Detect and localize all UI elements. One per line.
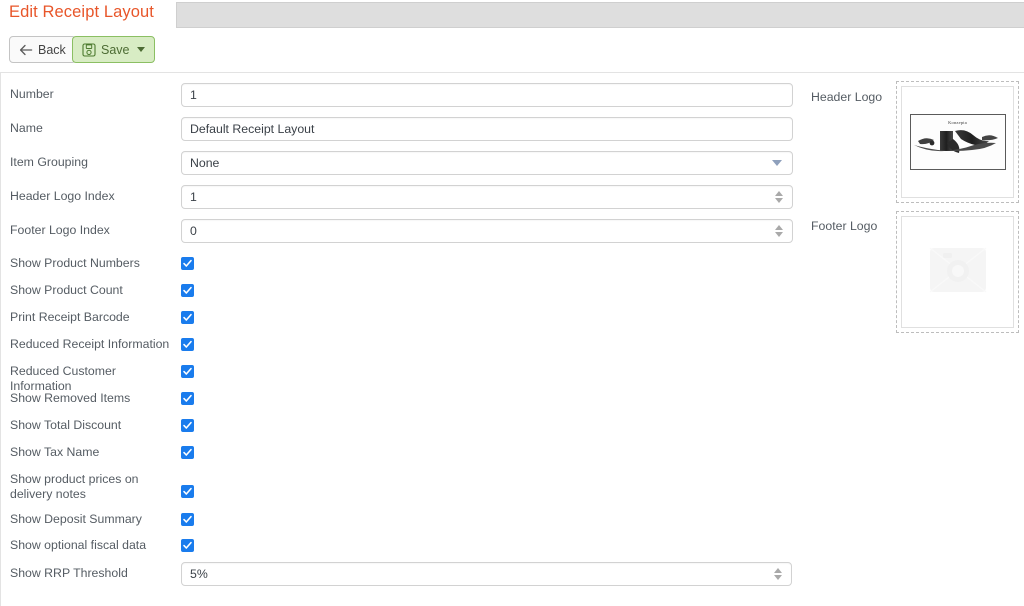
label-footer-logo-index: Footer Logo Index	[10, 223, 110, 237]
page-title: Edit Receipt Layout	[9, 3, 154, 21]
spinner-arrows-icon[interactable]	[775, 191, 783, 203]
header-logo-index-value: 1	[190, 190, 197, 204]
item-grouping-select[interactable]: None	[181, 151, 793, 175]
label-number: Number	[10, 87, 54, 101]
checkbox-show-product-numbers[interactable]	[181, 257, 194, 270]
footer-logo-preview[interactable]	[901, 216, 1014, 328]
save-button[interactable]: Save	[72, 36, 155, 63]
header-logo-preview[interactable]: Konzepta	[901, 86, 1014, 198]
checkbox-show-tax-name[interactable]	[181, 446, 194, 459]
checkbox-show-product-prices-on-delivery-notes[interactable]	[181, 485, 194, 498]
label-show-optional-fiscal-data: Show optional fiscal data	[10, 538, 147, 552]
tab-strip[interactable]	[176, 2, 1024, 28]
label-show-deposit-summary: Show Deposit Summary	[10, 512, 142, 526]
header-logo-caption: Konzepta	[948, 120, 967, 125]
label-header-logo-index: Header Logo Index	[10, 189, 115, 203]
checkbox-show-product-count[interactable]	[181, 284, 194, 297]
spinner-arrows-icon[interactable]	[775, 225, 783, 237]
header-logo-dropzone[interactable]: Konzepta	[896, 81, 1019, 203]
image-placeholder-icon	[929, 246, 987, 298]
checkbox-show-removed-items[interactable]	[181, 392, 194, 405]
checkbox-print-receipt-barcode[interactable]	[181, 311, 194, 324]
arrow-left-icon	[19, 44, 33, 56]
label-show-product-count: Show Product Count	[10, 283, 123, 297]
chevron-down-icon[interactable]	[772, 160, 782, 166]
checkbox-reduced-customer-information[interactable]	[181, 365, 194, 378]
floppy-disk-icon	[82, 42, 96, 57]
label-show-product-prices-on-delivery-notes: Show product prices on delivery notes	[10, 472, 139, 501]
rrp-threshold-stepper[interactable]: 5%	[181, 562, 792, 586]
label-show-rrp-threshold: Show RRP Threshold	[10, 566, 128, 580]
checkbox-show-total-discount[interactable]	[181, 419, 194, 432]
label-show-product-numbers: Show Product Numbers	[10, 256, 140, 270]
footer-logo-dropzone[interactable]	[896, 211, 1019, 333]
label-name: Name	[10, 121, 43, 135]
label-header-logo: Header Logo	[811, 90, 883, 104]
name-input[interactable]: Default Receipt Layout	[181, 117, 793, 141]
checkbox-reduced-receipt-information[interactable]	[181, 338, 194, 351]
label-show-tax-name: Show Tax Name	[10, 445, 100, 459]
name-input-value: Default Receipt Layout	[190, 122, 315, 136]
form-content: Number 1 Name Default Receipt Layout Ite…	[0, 72, 1024, 606]
chevron-down-icon[interactable]	[136, 47, 145, 52]
checkbox-show-deposit-summary[interactable]	[181, 513, 194, 526]
item-grouping-value: None	[190, 156, 220, 170]
rrp-threshold-value: 5%	[190, 567, 208, 581]
spinner-arrows-icon[interactable]	[774, 568, 782, 580]
number-input[interactable]: 1	[181, 83, 793, 107]
top-bar: Edit Receipt Layout	[0, 0, 1024, 30]
label-reduced-customer-information: Reduced Customer Information	[10, 364, 116, 393]
label-print-receipt-barcode: Print Receipt Barcode	[10, 310, 130, 324]
label-show-removed-items: Show Removed Items	[10, 391, 131, 405]
label-item-grouping: Item Grouping	[10, 155, 88, 169]
logo-artwork-icon	[913, 130, 998, 153]
save-button-label: Save	[101, 42, 130, 57]
footer-logo-index-stepper[interactable]: 0	[181, 219, 793, 243]
label-show-total-discount: Show Total Discount	[10, 418, 122, 432]
footer-logo-index-value: 0	[190, 224, 197, 238]
toolbar: Back Save	[0, 30, 1024, 72]
back-button[interactable]: Back	[9, 36, 76, 63]
label-reduced-receipt-information: Reduced Receipt Information	[10, 337, 170, 351]
checkbox-show-optional-fiscal-data[interactable]	[181, 539, 194, 552]
application-window: Edit Receipt Layout Back Save Number 1 N…	[0, 0, 1024, 606]
header-logo-image: Konzepta	[909, 114, 1006, 170]
number-input-value: 1	[190, 88, 197, 102]
label-footer-logo: Footer Logo	[811, 219, 878, 233]
header-logo-index-stepper[interactable]: 1	[181, 185, 793, 209]
back-button-label: Back	[38, 42, 66, 57]
